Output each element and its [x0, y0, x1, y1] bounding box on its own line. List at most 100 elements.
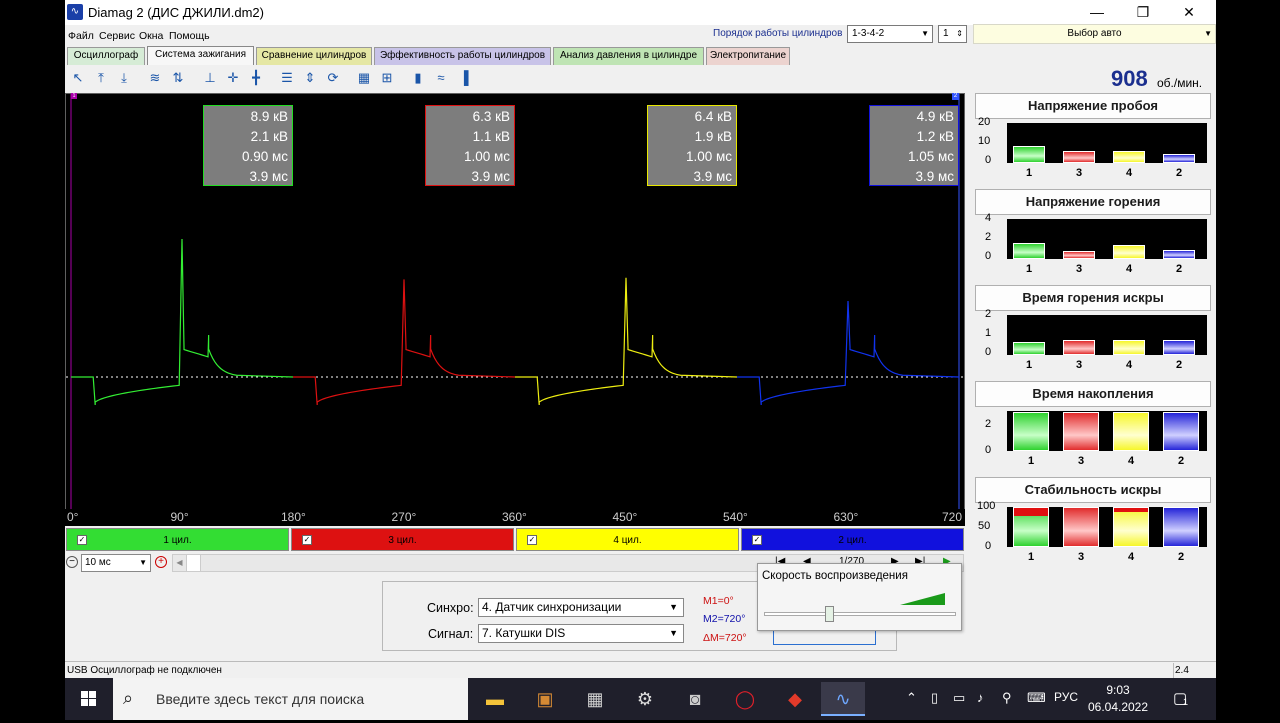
- close-button[interactable]: ✕: [1166, 0, 1212, 25]
- panel-title: Напряжение пробоя: [975, 93, 1211, 119]
- menu-help[interactable]: Помощь: [169, 30, 210, 42]
- timebase-select[interactable]: 10 мс ▼: [81, 554, 151, 572]
- cursor-icon[interactable]: ↖: [69, 70, 87, 86]
- speed-slider-track[interactable]: [764, 612, 956, 616]
- y-tick: 0: [985, 346, 992, 358]
- bar-category: 2: [1177, 551, 1185, 563]
- y-tick: 20: [978, 116, 991, 128]
- taskbar-search[interactable]: ⌕ Введите здесь текст для поиска: [113, 678, 468, 720]
- readout-value: 1.9 кВ: [694, 129, 732, 144]
- keyboard-icon[interactable]: ⌨: [1027, 690, 1046, 706]
- cylinder-toggle-1[interactable]: ✓ 3 цил.: [291, 528, 514, 551]
- notifications-icon[interactable]: ▢ 1: [1173, 689, 1195, 709]
- signal-select[interactable]: 7. Катушки DIS ▼: [478, 624, 684, 643]
- rise-edge-icon[interactable]: ⤒: [92, 70, 110, 86]
- speed-label: Скорость воспроизведения: [762, 570, 908, 582]
- diamag-window: ∿ Diamag 2 (ДИС ДЖИЛИ.dm2) — ❐ ✕ Файл Се…: [65, 0, 1216, 678]
- opera-browser-icon[interactable]: ◯: [723, 682, 767, 716]
- tray-chevron-icon[interactable]: ⌃: [906, 690, 917, 706]
- readout-value: 0.90 мс: [241, 149, 288, 164]
- network-icon[interactable]: ▭: [953, 690, 965, 706]
- axis-icon[interactable]: ╋: [247, 70, 265, 86]
- refresh-icon[interactable]: ⟳: [324, 70, 342, 86]
- analysis-panel: Напряжение пробоя 20 10 0 1 3 4 2 Напряжение гор…: [971, 89, 1216, 571]
- status-bar: USB Осциллограф не подключен 2.4: [65, 661, 1216, 678]
- readout-value: 8.9 кВ: [250, 109, 288, 124]
- marker-m2[interactable]: 2: [952, 93, 959, 100]
- speed-slider-thumb[interactable]: [824, 606, 834, 622]
- histogram-icon[interactable]: ▮: [409, 70, 427, 86]
- tab-0[interactable]: Осциллограф: [67, 47, 145, 65]
- language-indicator[interactable]: РУС: [1054, 690, 1078, 704]
- battery-icon[interactable]: ▯: [931, 690, 938, 706]
- checkbox-checked-icon[interactable]: ✓: [77, 535, 87, 545]
- tab-3[interactable]: Эффективность работы цилиндров: [374, 47, 551, 65]
- bar-category: 2: [1177, 455, 1185, 467]
- fall-edge-icon[interactable]: ⤓: [115, 70, 133, 86]
- fit-icon[interactable]: ⇕: [301, 70, 319, 86]
- microphone-icon[interactable]: ⚲: [1002, 690, 1012, 706]
- zoom-in-icon[interactable]: +: [155, 556, 167, 568]
- calculator-icon[interactable]: ▦: [573, 682, 617, 716]
- bar-cyl-3: [1063, 507, 1099, 547]
- checkbox-checked-icon[interactable]: ✓: [527, 535, 537, 545]
- layers-icon[interactable]: ≋: [146, 70, 164, 86]
- scroll-left-icon[interactable]: ◀: [173, 555, 187, 571]
- compare-icon[interactable]: ⇅: [169, 70, 187, 86]
- oscilloscope-display[interactable]: 1 2 8.9 кВ 2.1 кВ 0.90 мс 3.9 мс 6.3 кВ 1.1 к…: [65, 93, 965, 510]
- grid-icon[interactable]: ▦: [355, 70, 373, 86]
- bar-cyl-1: [1013, 243, 1045, 259]
- auto-select-dropdown[interactable]: Выбор авто ▼: [973, 24, 1216, 44]
- checkbox-checked-icon[interactable]: ✓: [302, 535, 312, 545]
- scroll-thumb[interactable]: [187, 555, 201, 571]
- sync-select[interactable]: 4. Датчик синхронизации ▼: [478, 598, 684, 617]
- firing-order-select[interactable]: 1-3-4-2 ▼: [847, 25, 933, 43]
- bar-cyl-2: [1163, 249, 1195, 259]
- checkbox-checked-icon[interactable]: ✓: [752, 535, 762, 545]
- cylinder-spinner[interactable]: 1 ⇕: [938, 25, 967, 43]
- tab-1[interactable]: Система зажигания: [147, 46, 254, 65]
- crosshair-icon[interactable]: ✛: [224, 70, 242, 86]
- x-tick-label: 270°: [391, 510, 417, 524]
- minimize-button[interactable]: —: [1074, 0, 1120, 25]
- instability-segment: [1014, 508, 1048, 516]
- status-version: 2.4: [1173, 663, 1216, 678]
- readout-value: 1.1 кВ: [472, 129, 510, 144]
- menu-windows[interactable]: Окна: [139, 30, 163, 42]
- camera-icon[interactable]: ◙: [673, 682, 717, 716]
- cylinder-toggle-3[interactable]: ✓ 2 цил.: [741, 528, 964, 551]
- bar-chart-icon[interactable]: ▐: [455, 70, 473, 86]
- file-explorer-icon[interactable]: ▬: [473, 682, 517, 716]
- cylinder-toggle-0[interactable]: ✓ 1 цил.: [66, 528, 289, 551]
- settings-gear-icon[interactable]: ⚙: [623, 682, 667, 716]
- search-icon: ⌕: [123, 688, 134, 708]
- chart-add-icon[interactable]: ⊥: [201, 70, 219, 86]
- taskbar-clock[interactable]: 9:03 06.04.2022: [1078, 682, 1158, 716]
- tab-5[interactable]: Электропитание: [706, 47, 790, 65]
- panel-3: Время накопления 2 0 1 3 4 2: [975, 381, 1213, 475]
- menu-file[interactable]: Файл: [68, 30, 94, 42]
- maximize-button[interactable]: ❐: [1120, 0, 1166, 25]
- cylinder-toggle-2[interactable]: ✓ 4 цил.: [516, 528, 739, 551]
- y-tick: 2: [985, 418, 992, 430]
- bar-cyl-2: [1163, 153, 1195, 163]
- volume-icon[interactable]: ♪: [977, 690, 984, 705]
- marker-m1[interactable]: 1: [71, 93, 77, 99]
- start-button[interactable]: [65, 678, 113, 720]
- tab-2[interactable]: Сравнение цилиндров: [256, 47, 372, 65]
- zoom-out-icon[interactable]: −: [66, 556, 78, 568]
- diamag-taskbar-icon[interactable]: ∿: [821, 682, 865, 716]
- office-app-icon[interactable]: ◆: [773, 682, 817, 716]
- bar-category: 4: [1125, 359, 1133, 371]
- tab-4[interactable]: Анализ давления в цилиндре: [553, 47, 704, 65]
- bar-category: 2: [1175, 263, 1183, 275]
- wave-icon[interactable]: ≈: [432, 70, 450, 86]
- lines-icon[interactable]: ☰: [278, 70, 296, 86]
- readout-value: 3.9 мс: [249, 169, 288, 184]
- bar-cyl-4: [1113, 412, 1149, 451]
- measure-icon[interactable]: ⊞: [378, 70, 396, 86]
- waveform-cyl-3: [737, 301, 960, 406]
- instability-segment: [1114, 508, 1148, 512]
- menu-service[interactable]: Сервис: [99, 30, 135, 42]
- archive-app-icon[interactable]: ▣: [523, 682, 567, 716]
